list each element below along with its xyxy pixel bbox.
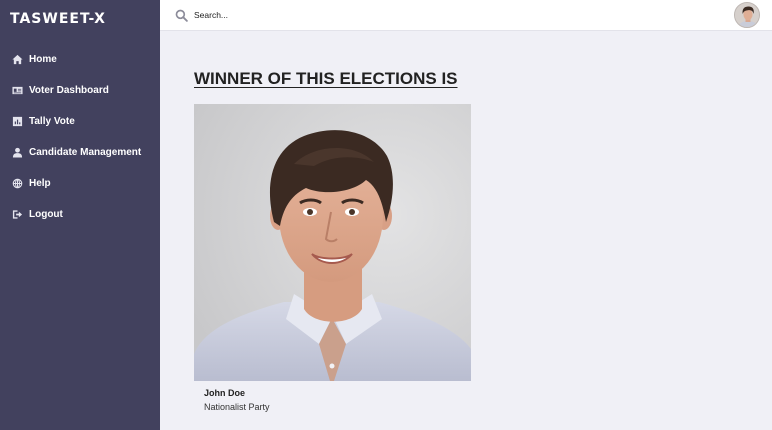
- user-icon: [12, 147, 23, 158]
- search-input[interactable]: [194, 10, 494, 20]
- sidebar-item-label: Help: [29, 178, 51, 189]
- id-card-icon: [12, 85, 23, 96]
- sidebar-item-voter-dashboard[interactable]: Voter Dashboard: [0, 75, 160, 106]
- sidebar-item-help[interactable]: Help: [0, 168, 160, 199]
- main-content: WINNER OF THIS ELECTIONS IS John Doe Nat…: [160, 32, 772, 430]
- home-icon: [12, 54, 23, 65]
- brand-logo[interactable]: TASWEET-X: [0, 0, 160, 40]
- user-avatar[interactable]: [734, 2, 760, 28]
- sidebar-item-label: Logout: [29, 209, 63, 220]
- sidebar-item-label: Voter Dashboard: [29, 85, 109, 96]
- bar-chart-icon: [12, 116, 23, 127]
- sidebar: TASWEET-X Home Voter Dashboard Tally Vot…: [0, 0, 160, 430]
- sidebar-item-candidate-management[interactable]: Candidate Management: [0, 137, 160, 168]
- sidebar-item-label: Tally Vote: [29, 116, 75, 127]
- sidebar-item-label: Home: [29, 54, 57, 65]
- top-bar: [160, 0, 772, 31]
- logout-icon: [12, 209, 23, 220]
- winner-party: Nationalist Party: [204, 402, 270, 412]
- sidebar-item-logout[interactable]: Logout: [0, 199, 160, 230]
- page-title: WINNER OF THIS ELECTIONS IS: [194, 69, 458, 88]
- sidebar-item-home[interactable]: Home: [0, 44, 160, 75]
- sidebar-item-label: Candidate Management: [29, 147, 142, 158]
- winner-name: John Doe: [204, 388, 246, 398]
- search-icon[interactable]: [175, 9, 188, 22]
- winner-photo: [194, 104, 471, 381]
- sidebar-item-tally-vote[interactable]: Tally Vote: [0, 106, 160, 137]
- globe-icon: [12, 178, 23, 189]
- sidebar-nav: Home Voter Dashboard Tally Vote Candidat…: [0, 44, 160, 230]
